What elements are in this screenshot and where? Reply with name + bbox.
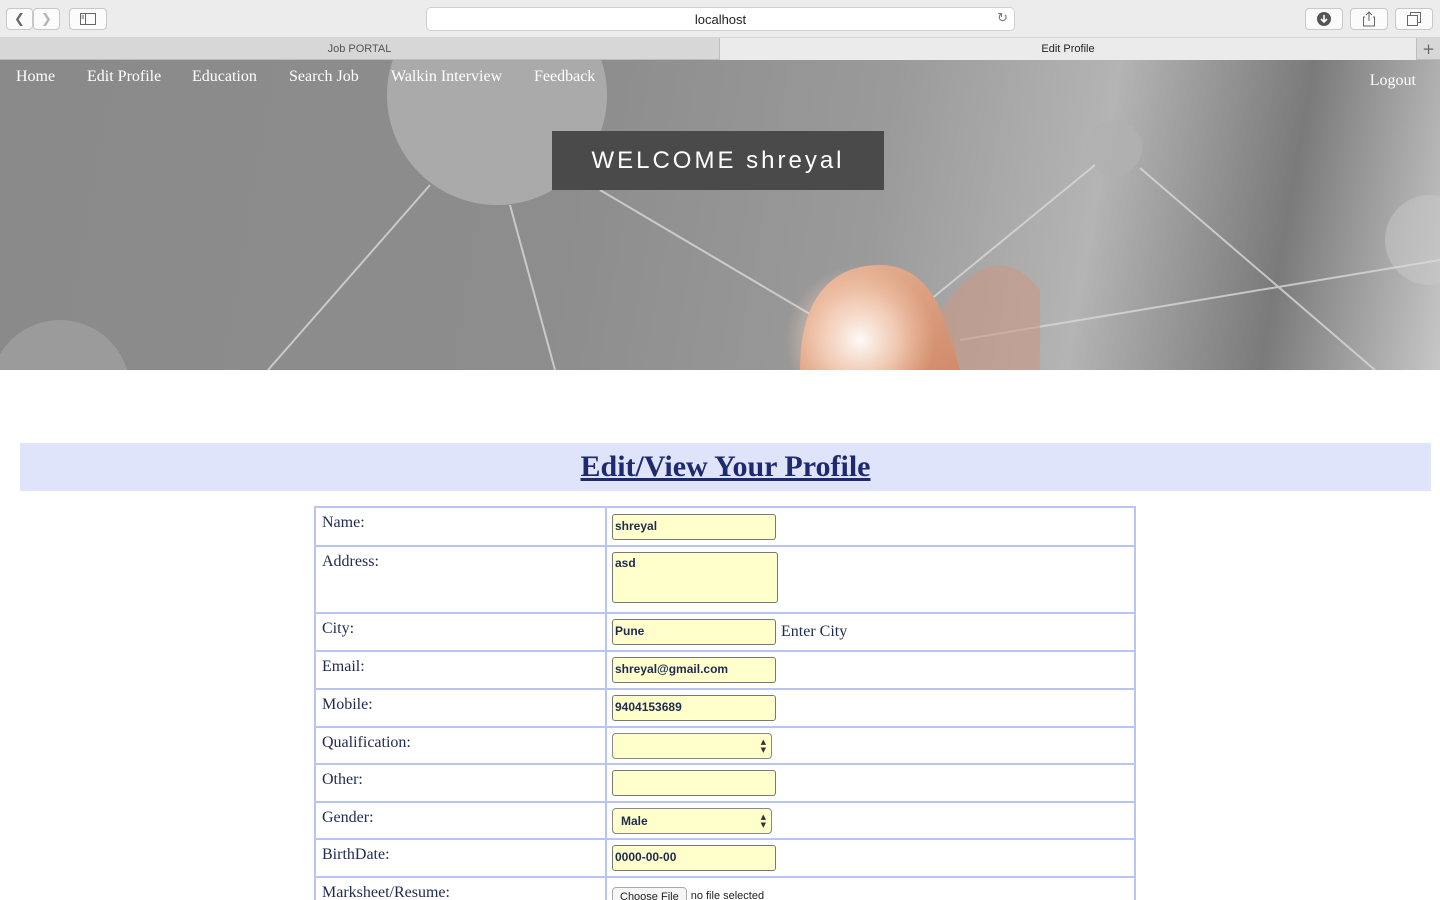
nav-feedback[interactable]: Feedback [534, 68, 595, 86]
address-label: Address: [316, 547, 607, 612]
main-nav: Home Edit Profile Education Search Job W… [0, 68, 1440, 98]
downloads-icon[interactable] [1305, 8, 1343, 30]
gender-select[interactable]: Male ▲ ▼ [612, 807, 772, 834]
other-input[interactable] [612, 770, 776, 796]
browser-toolbar: ❮ ❯ localhost ↻ [0, 0, 1440, 38]
new-tab-icon[interactable]: + [1416, 38, 1440, 60]
nav-home[interactable]: Home [16, 68, 55, 86]
nav-education[interactable]: Education [192, 68, 257, 86]
select-arrows-icon: ▲ ▼ [760, 737, 766, 754]
logout-link[interactable]: Logout [1370, 72, 1416, 90]
form-row-qualification: Qualification: ▲ ▼ [316, 728, 1134, 765]
email-input[interactable]: shreyal@gmail.com [612, 657, 776, 683]
reload-icon[interactable]: ↻ [997, 11, 1008, 26]
file-status: no file selected [690, 890, 765, 900]
form-row-address: Address: asd [316, 547, 1134, 614]
form-row-resume: Marksheet/Resume: Choose File no file se… [316, 878, 1134, 900]
sidebar-toggle-icon[interactable] [69, 8, 107, 30]
email-label: Email: [316, 652, 607, 688]
form-row-other: Other: [316, 765, 1134, 803]
tab-edit-profile[interactable]: Edit Profile [719, 38, 1416, 60]
form-row-gender: Gender: Male ▲ ▼ [316, 803, 1134, 840]
form-row-mobile: Mobile: 9404153689 [316, 690, 1134, 728]
forward-icon[interactable]: ❯ [33, 8, 60, 30]
share-icon[interactable] [1350, 8, 1388, 30]
city-label: City: [316, 614, 607, 650]
back-icon[interactable]: ❮ [6, 8, 33, 30]
page-title: Edit/View Your Profile [580, 450, 871, 483]
form-row-name: Name: shreyal [316, 508, 1134, 547]
form-row-email: Email: shreyal@gmail.com [316, 652, 1134, 690]
form-row-birthdate: BirthDate: 0000-00-00 [316, 840, 1134, 878]
choose-file-button[interactable]: Choose File [612, 887, 687, 900]
profile-form: Name: shreyal Address: asd City: Pune En… [314, 506, 1136, 900]
select-arrows-icon: ▲ ▼ [760, 812, 766, 829]
hero-banner: Home Edit Profile Education Search Job W… [0, 60, 1440, 370]
hero-background-image [0, 60, 1440, 370]
tabs-overview-icon[interactable] [1395, 8, 1433, 30]
tab-bar: Job PORTAL Edit Profile + [0, 38, 1440, 60]
qualification-select[interactable]: ▲ ▼ [612, 732, 772, 759]
birthdate-label: BirthDate: [316, 840, 607, 876]
city-hint: Enter City [781, 623, 848, 640]
other-label: Other: [316, 765, 607, 801]
city-input[interactable]: Pune [612, 619, 776, 645]
nav-edit-profile[interactable]: Edit Profile [87, 68, 161, 86]
form-row-city: City: Pune Enter City [316, 614, 1134, 652]
name-label: Name: [316, 508, 607, 545]
qualification-label: Qualification: [316, 728, 607, 763]
address-bar[interactable]: localhost ↻ [426, 7, 1015, 31]
nav-search-job[interactable]: Search Job [289, 68, 359, 86]
gender-label: Gender: [316, 803, 607, 838]
mobile-input[interactable]: 9404153689 [612, 695, 776, 721]
url-text: localhost [694, 12, 747, 27]
page-heading-bar: Edit/View Your Profile [20, 443, 1431, 491]
nav-walkin-interview[interactable]: Walkin Interview [391, 68, 502, 86]
resume-label: Marksheet/Resume: [316, 878, 607, 900]
address-textarea[interactable]: asd [612, 552, 778, 603]
tab-job-portal[interactable]: Job PORTAL [0, 38, 719, 60]
gender-selected-value: Male [621, 813, 648, 828]
name-input[interactable]: shreyal [612, 513, 776, 540]
birthdate-input[interactable]: 0000-00-00 [612, 845, 776, 871]
mobile-label: Mobile: [316, 690, 607, 726]
welcome-banner: WELCOME shreyal [552, 131, 884, 190]
